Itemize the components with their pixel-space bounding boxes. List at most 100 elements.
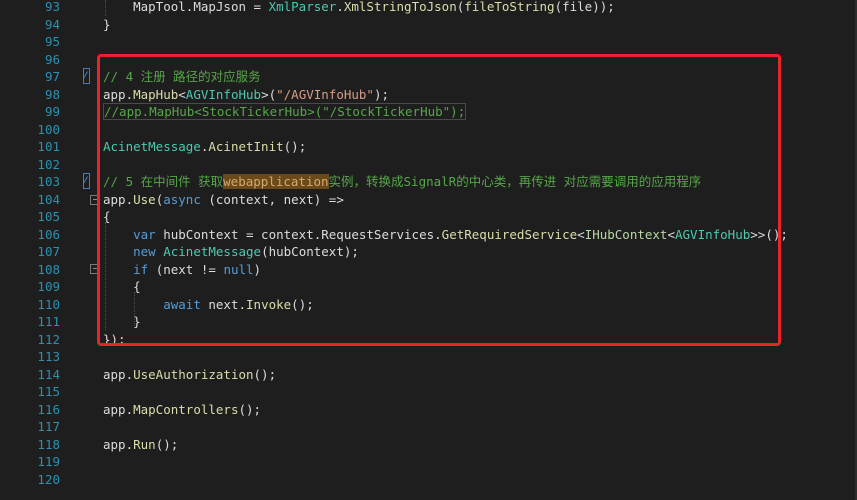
code-token: (); xyxy=(283,139,307,154)
code-token: next. xyxy=(200,296,247,312)
code-token: (); xyxy=(291,296,314,312)
line-number: 102 xyxy=(37,156,60,172)
code-token: >( xyxy=(261,86,277,102)
code-line[interactable]: 114 app.UseAuthorization(); xyxy=(0,366,857,384)
code-line[interactable]: 120 xyxy=(0,471,857,489)
code-token: . xyxy=(336,0,344,14)
code-text[interactable]: } xyxy=(103,16,111,34)
line-number: 93 xyxy=(44,0,60,14)
code-line[interactable]: 108 if (next != null) xyxy=(0,261,857,279)
code-line[interactable]: 113 xyxy=(0,348,857,366)
code-text[interactable]: app.MapControllers(); xyxy=(103,401,261,419)
collapse-minus-icon[interactable]: − xyxy=(90,264,100,274)
code-token: app. xyxy=(103,366,134,382)
line-number: 99 xyxy=(44,104,60,119)
code-token: AcinetMessage xyxy=(103,139,201,154)
code-text[interactable]: AcinetMessage.AcinetInit(); xyxy=(103,138,306,156)
code-token: "/AGVInfoHub" xyxy=(276,86,374,102)
code-token: AcinetMessage xyxy=(163,244,262,259)
code-text[interactable]: app.Run(); xyxy=(103,436,178,454)
code-token: fileToString xyxy=(464,0,555,14)
line-number: 101 xyxy=(37,139,60,154)
line-number: 114 xyxy=(37,366,60,382)
line-number: 118 xyxy=(37,436,60,452)
code-line[interactable]: 107 new AcinetMessage(hubContext); xyxy=(0,243,857,261)
code-line[interactable]: 102 xyxy=(0,156,857,174)
code-line[interactable]: 112}); xyxy=(0,331,857,349)
code-line[interactable]: 105{ xyxy=(0,208,857,226)
code-token: app. xyxy=(103,401,134,417)
code-text[interactable]: // 4 注册 路径的对应服务 xyxy=(103,68,261,86)
code-token: 实例，转换成SignalR的中心类，再传进 对应需要调用的应用程序 xyxy=(328,174,702,189)
code-line[interactable]: 111 } xyxy=(0,313,857,331)
code-token: MapControllers xyxy=(133,401,239,417)
code-token: MapJson xyxy=(193,0,246,14)
line-number: 119 xyxy=(37,454,60,469)
code-line[interactable]: 116 app.MapControllers(); xyxy=(0,401,857,419)
code-token: ) xyxy=(253,261,262,277)
code-line[interactable]: 110 await next.Invoke(); xyxy=(0,296,857,314)
code-token: >>(); xyxy=(750,226,788,242)
code-token: XmlStringToJson xyxy=(343,0,457,14)
line-number: 94 xyxy=(44,16,60,32)
code-line[interactable]: 118 app.Run(); xyxy=(0,436,857,454)
code-text[interactable]: app.Use(async (context, next) => xyxy=(103,191,344,209)
code-token: Run xyxy=(133,436,156,452)
code-token: var xyxy=(133,226,156,242)
code-text[interactable]: // 5 在中间件 获取webapplication实例，转换成SignalR的… xyxy=(103,173,701,191)
pencil-edit-icon xyxy=(83,68,90,84)
line-number: 95 xyxy=(44,34,60,49)
code-token: Use xyxy=(133,191,156,207)
code-text[interactable]: app.UseAuthorization(); xyxy=(103,366,276,384)
code-token: < xyxy=(178,86,186,102)
indent-guide xyxy=(134,292,135,326)
collapse-minus-icon[interactable]: − xyxy=(90,195,100,205)
line-number: 107 xyxy=(37,244,60,259)
code-text[interactable]: var hubContext = context.RequestServices… xyxy=(103,226,788,244)
code-line[interactable]: 109 { xyxy=(0,278,857,296)
code-line[interactable]: 106 var hubContext = context.RequestServ… xyxy=(0,226,857,244)
code-text[interactable]: MapTool.MapJson = XmlParser.XmlStringToJ… xyxy=(103,0,615,16)
code-token: ); xyxy=(373,86,390,102)
code-line[interactable]: 119 xyxy=(0,453,857,471)
code-token: (file)); xyxy=(554,0,615,14)
code-token: // 4 注册 路径的对应服务 xyxy=(103,69,261,84)
code-text[interactable]: }); xyxy=(103,331,126,349)
code-token: MapHub xyxy=(133,86,179,102)
code-line[interactable]: 95 xyxy=(0,33,857,51)
code-line[interactable]: 96 xyxy=(0,51,857,69)
code-token: UseAuthorization xyxy=(133,366,254,382)
code-editor[interactable]: 93 MapTool.MapJson = XmlParser.XmlString… xyxy=(0,0,857,500)
line-number: 116 xyxy=(37,401,60,417)
code-token: (next != xyxy=(148,261,224,277)
code-line[interactable]: 93 MapTool.MapJson = XmlParser.XmlString… xyxy=(0,0,857,16)
code-text[interactable]: app.MapHub<AGVInfoHub>("/AGVInfoHub"); xyxy=(103,86,389,104)
code-line[interactable]: 99 //app.MapHub<StockTickerHub>("/StockTi… xyxy=(0,103,857,121)
code-line[interactable]: 117 xyxy=(0,418,857,436)
code-token: if xyxy=(133,261,149,277)
code-text[interactable]: if (next != null) xyxy=(103,261,261,279)
code-line[interactable]: 115 xyxy=(0,383,857,401)
code-line[interactable]: 103 // 5 在中间件 获取webapplication实例，转换成Signa… xyxy=(0,173,857,191)
line-number: 110 xyxy=(37,296,60,312)
line-number: 97 xyxy=(44,69,60,84)
line-number: 112 xyxy=(37,331,60,347)
code-line[interactable]: 101 AcinetMessage.AcinetInit(); xyxy=(0,138,857,156)
code-line[interactable]: 98 app.MapHub<AGVInfoHub>("/AGVInfoHub"); xyxy=(0,86,857,104)
code-token: (hubContext); xyxy=(261,244,359,259)
line-number: 96 xyxy=(44,51,60,67)
code-token: < xyxy=(667,226,675,242)
code-token: } xyxy=(103,16,111,32)
code-line[interactable]: 104 app.Use(async (context, next) => xyxy=(0,191,857,209)
code-token: = xyxy=(246,0,269,14)
code-line[interactable]: 100 xyxy=(0,121,857,139)
code-token: app. xyxy=(103,86,134,102)
line-number: 115 xyxy=(37,384,60,399)
code-text[interactable]: //app.MapHub<StockTickerHub>("/StockTick… xyxy=(103,103,467,121)
code-line[interactable]: 97 // 4 注册 路径的对应服务 xyxy=(0,68,857,86)
code-token: webapplication xyxy=(223,174,329,189)
code-line[interactable]: 94} xyxy=(0,16,857,34)
code-text[interactable]: new AcinetMessage(hubContext); xyxy=(103,243,359,261)
